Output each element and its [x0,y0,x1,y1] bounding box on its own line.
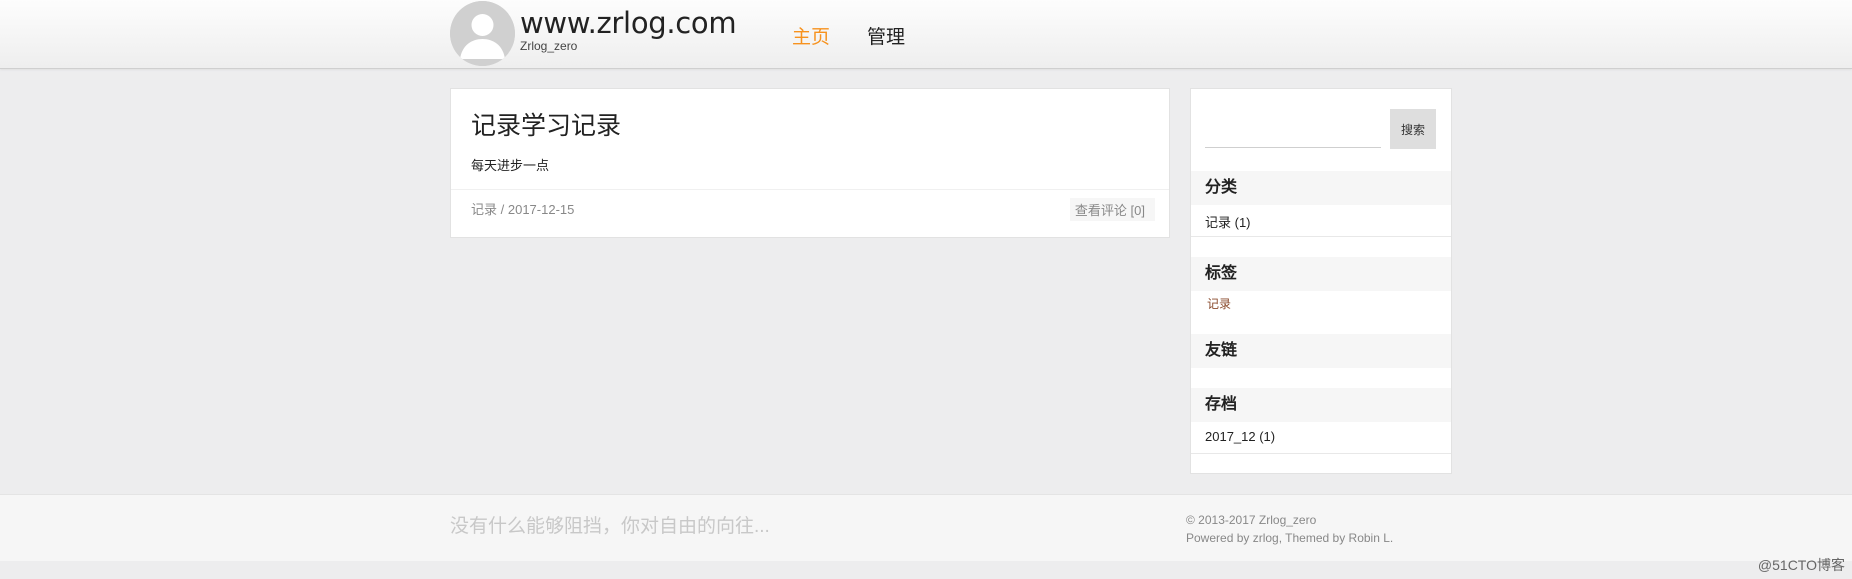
archives-heading: 存档 [1191,388,1451,422]
section-divider [1191,453,1451,454]
post-summary: 每天进步一点 [471,158,550,173]
tags-heading: 标签 [1191,257,1451,291]
nav-admin[interactable]: 管理 [867,22,905,49]
watermark: @51CTO博客 [1757,557,1845,573]
footer: 没有什么能够阻挡，你对自由的向往... © 2013-2017 Zrlog_ze… [0,494,1852,561]
category-item[interactable]: 记录 (1) [1205,212,1251,231]
sidebar: 搜索 分类 记录 (1) 标签 记录 友链 存档 2017_12 (1) [1190,88,1452,474]
post-meta-separator: / [497,202,508,217]
site-subtitle: Zrlog_zero [520,39,578,53]
section-divider [1191,236,1451,237]
categories-heading: 分类 [1191,171,1451,205]
default-user-avatar-icon[interactable] [450,1,515,66]
post-title[interactable]: 记录学习记录 [471,106,621,142]
post-meta: 记录 / 2017-12-15 [471,199,574,218]
post-divider [451,189,1169,190]
site-title[interactable]: www.zrlog.com [520,6,737,40]
search-button[interactable]: 搜索 [1390,109,1436,149]
post-card: 记录学习记录 每天进步一点 记录 / 2017-12-15 查看评论 [0] [450,88,1170,238]
footer-motto: 没有什么能够阻挡，你对自由的向往... [450,516,770,537]
view-comments-link[interactable]: 查看评论 [0] [1069,198,1155,221]
post-date: 2017-12-15 [507,202,575,217]
archive-item[interactable]: 2017_12 (1) [1205,429,1275,444]
header-bar: www.zrlog.com Zrlog_zero 主页 管理 [0,0,1852,69]
footer-copyright: © 2013-2017 Zrlog_zero [1186,513,1317,527]
footer-powered-by: Powered by zrlog, Themed by Robin L. [1186,531,1394,545]
tag-item[interactable]: 记录 [1207,295,1231,312]
search-input[interactable] [1205,109,1381,148]
nav-home[interactable]: 主页 [792,22,830,49]
post-category-link[interactable]: 记录 [471,202,497,217]
links-heading: 友链 [1191,334,1451,368]
